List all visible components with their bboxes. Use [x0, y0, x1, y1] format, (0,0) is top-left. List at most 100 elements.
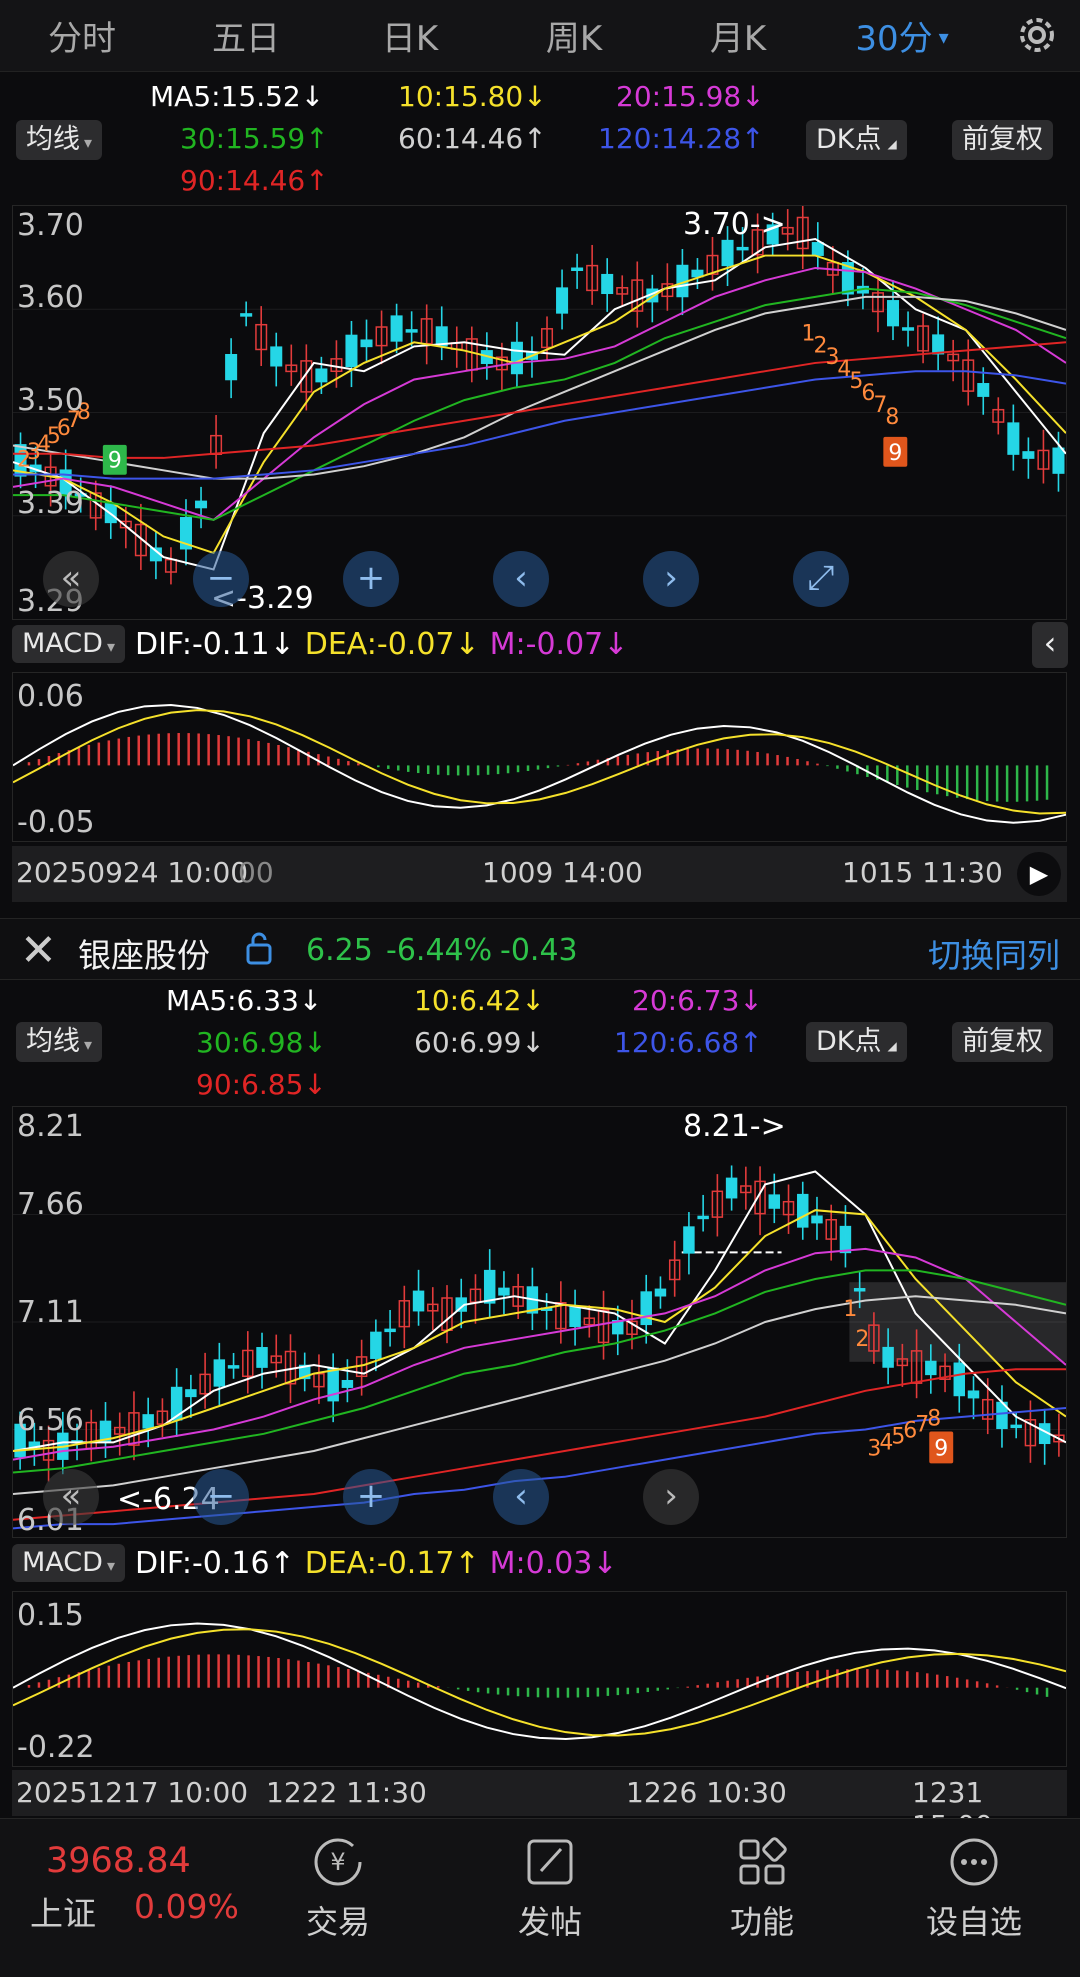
- index-value[interactable]: 3968.84: [46, 1841, 191, 1881]
- candle-body: [483, 1269, 496, 1304]
- macd-dropdown[interactable]: MACD: [12, 1544, 125, 1582]
- candle-body: [256, 1347, 268, 1368]
- candle-body: [185, 1389, 197, 1398]
- nav-watchlist-label: 设自选: [925, 1903, 1022, 1941]
- ma90-label: 90:6.85↓: [196, 1068, 327, 1101]
- candle-body: [370, 1331, 382, 1359]
- chevron-right-icon[interactable]: ›: [643, 551, 699, 607]
- candle-body: [839, 1225, 852, 1254]
- fullscreen-icon[interactable]: ⤢: [793, 551, 849, 607]
- high-price-tag: 8.21->: [683, 1109, 786, 1144]
- index-name[interactable]: 上证: [30, 1887, 96, 1935]
- candle-body: [1007, 422, 1020, 455]
- m-label: M:-0.07↓: [489, 626, 629, 662]
- candle-body: [571, 267, 584, 271]
- tab-month-k[interactable]: 月K: [656, 11, 820, 60]
- candle-body: [227, 1365, 240, 1369]
- candle-body: [977, 383, 990, 397]
- ma60-label: 60:14.46↑: [398, 122, 547, 155]
- period-tabs: 分时 五日 日K 周K 月K 30分: [0, 0, 1080, 72]
- zoom-in-icon[interactable]: +: [343, 1469, 399, 1525]
- tab-30min[interactable]: 30分: [820, 11, 984, 60]
- stock-name: 银座股份: [78, 936, 210, 975]
- candle-body: [412, 1290, 425, 1312]
- index-pct[interactable]: 0.09%: [134, 1887, 239, 1926]
- ma10-label: 10:6.42↓: [414, 984, 545, 1017]
- dea-label: DEA:-0.07↓: [304, 626, 480, 662]
- date-label: 1226 10:30: [626, 1776, 787, 1809]
- nav-trade[interactable]: ¥ 交易: [278, 1833, 398, 1943]
- zoom-out-icon[interactable]: −: [193, 1469, 249, 1525]
- candle-body: [556, 287, 569, 314]
- candle-body: [1052, 447, 1065, 474]
- svg-text:¥: ¥: [330, 1848, 345, 1876]
- date-label: 1009 14:00: [482, 856, 643, 889]
- chevron-right-icon[interactable]: ›: [643, 1469, 699, 1525]
- ma5-line: [13, 238, 1066, 571]
- ma10-label: 10:15.80↓: [398, 80, 547, 113]
- forward-adjust-button[interactable]: 前复权: [952, 1022, 1053, 1062]
- candle-body: [341, 1379, 354, 1388]
- trade-icon: ¥: [314, 1838, 362, 1886]
- candle-body: [886, 300, 900, 327]
- macd-axis-bottom: -0.05: [17, 805, 95, 840]
- zoom-out-icon[interactable]: −: [193, 551, 249, 607]
- candle-body: [640, 1291, 652, 1326]
- td-marker-label: 9: [934, 1436, 948, 1461]
- candle-body: [811, 242, 824, 256]
- candle-body: [142, 1414, 154, 1429]
- ma90-label: 90:14.46↑: [180, 164, 329, 197]
- play-icon[interactable]: ▶: [1017, 852, 1061, 896]
- ma20-label: 20:15.98↓: [616, 80, 765, 113]
- more-icon: [950, 1838, 998, 1886]
- candle-body: [240, 313, 253, 317]
- tab-week-k[interactable]: 周K: [492, 11, 656, 60]
- ma10-line: [13, 254, 1066, 555]
- candle-body: [345, 334, 358, 368]
- nav-post[interactable]: 发帖: [490, 1833, 610, 1943]
- candle-body: [932, 334, 945, 355]
- td-count: 1: [843, 1297, 857, 1322]
- nav-functions[interactable]: 功能: [702, 1833, 822, 1943]
- collapse-chevron-icon[interactable]: ‹: [1032, 622, 1068, 668]
- zoom-in-icon[interactable]: +: [343, 551, 399, 607]
- axis-label-top: 8.21: [17, 1109, 84, 1144]
- axis-label: 3.60: [17, 280, 84, 315]
- macd-axis-top: 0.06: [17, 679, 84, 714]
- macd-axis-bottom: -0.22: [17, 1730, 95, 1765]
- candle-body: [902, 327, 915, 331]
- lock-icon[interactable]: [244, 931, 274, 965]
- candle-body: [953, 1362, 966, 1397]
- nav-watchlist[interactable]: 设自选: [914, 1833, 1034, 1943]
- close-icon[interactable]: ✕: [20, 925, 57, 976]
- ma30-label: 30:15.59↑: [180, 122, 329, 155]
- m-label: M:0.03↓: [489, 1545, 618, 1581]
- rewind-icon[interactable]: «: [43, 551, 99, 607]
- price-chart-1[interactable]: 99123456782345678 3.70 3.60 3.50 3.39 3.…: [12, 205, 1067, 620]
- macd-chart-2: 0.15 -0.22: [12, 1591, 1067, 1767]
- price-chart-2[interactable]: 123456789 8.21 7.66 7.11 6.56 6.01 8.21-…: [12, 1106, 1067, 1538]
- axis-label: 3.50: [17, 383, 84, 418]
- compare-stock-header: ✕ 银座股份 6.25 -6.44% -0.43 切换同列: [0, 918, 1080, 980]
- candle-body: [195, 500, 208, 509]
- date-axis-2: 20251217 10:00 1222 11:30 1226 10:30 123…: [12, 1770, 1067, 1842]
- dea-line: [13, 709, 1066, 815]
- grid-icon: [739, 1837, 787, 1885]
- rewind-icon[interactable]: «: [43, 1469, 99, 1525]
- tab-five-day[interactable]: 五日: [164, 11, 328, 60]
- forward-adjust-button[interactable]: 前复权: [952, 120, 1053, 160]
- candle-body: [768, 1194, 781, 1209]
- average-line-dropdown[interactable]: 均线: [16, 120, 103, 160]
- chevron-left-icon[interactable]: ‹: [493, 551, 549, 607]
- macd-dropdown[interactable]: MACD: [12, 625, 125, 663]
- chevron-left-icon[interactable]: ‹: [493, 1469, 549, 1525]
- tab-day-k[interactable]: 日K: [328, 11, 492, 60]
- switch-column-button[interactable]: 切换同列: [928, 929, 1060, 977]
- candle-body: [225, 353, 238, 381]
- average-line-dropdown[interactable]: 均线: [16, 1022, 103, 1062]
- tab-timeshare[interactable]: 分时: [0, 11, 164, 60]
- gear-icon[interactable]: [1012, 10, 1062, 60]
- candle-body: [683, 1226, 695, 1254]
- dk-point-button[interactable]: DK点: [806, 1022, 907, 1062]
- dk-point-button[interactable]: DK点: [806, 120, 907, 160]
